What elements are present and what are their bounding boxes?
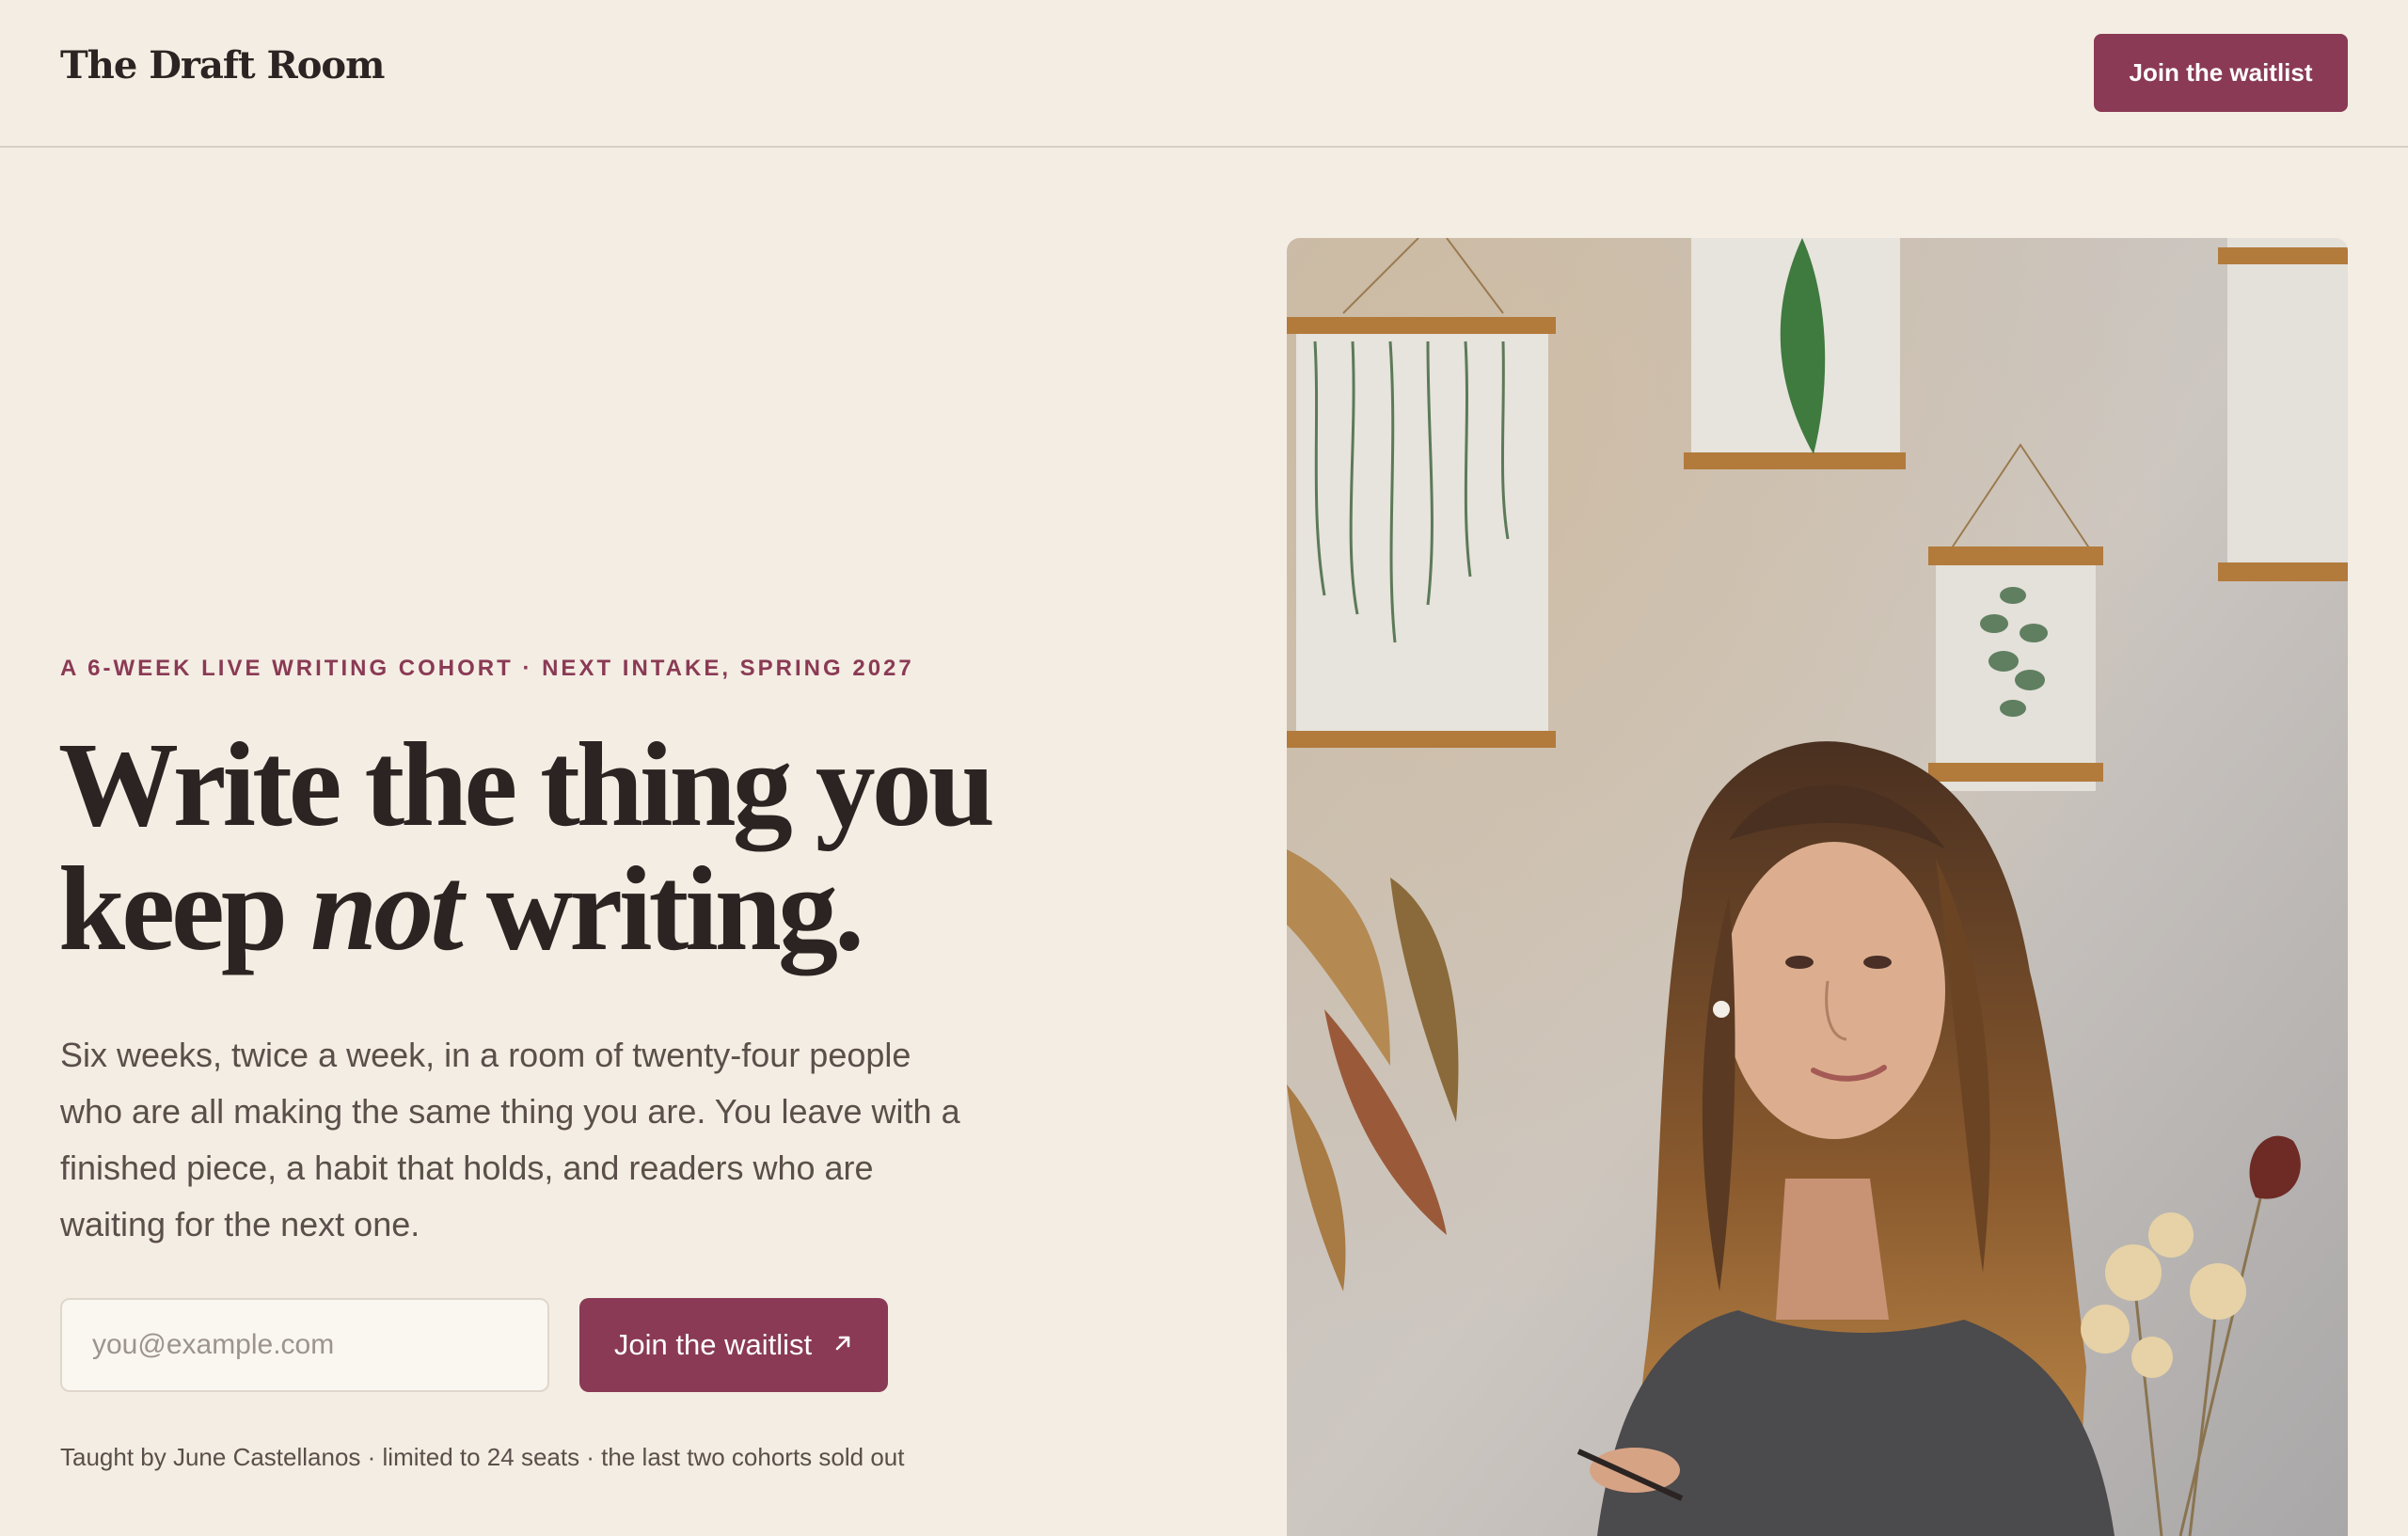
hero-eyebrow: A 6-WEEK LIVE WRITING COHORT · NEXT INTA… bbox=[60, 656, 914, 681]
header-waitlist-button[interactable]: Join the waitlist bbox=[2094, 34, 2348, 112]
instructor-photo bbox=[1287, 238, 2348, 1536]
arrow-up-right-icon bbox=[832, 1333, 853, 1357]
join-waitlist-label: Join the waitlist bbox=[613, 1328, 813, 1361]
join-waitlist-button[interactable]: Join the waitlist bbox=[579, 1298, 888, 1392]
headline-text: writing. bbox=[459, 842, 864, 975]
site-header: The Draft Room Join the waitlist bbox=[0, 0, 2408, 148]
headline-text: keep bbox=[58, 842, 310, 975]
hero-lede: Six weeks, twice a week, in a room of tw… bbox=[60, 1036, 960, 1243]
hero-headline: Write the thing you keep not writing. bbox=[58, 722, 1187, 971]
photo-illustration bbox=[1287, 238, 2348, 1536]
hero-footnote: Taught by June Castellanos · limited to … bbox=[60, 1443, 905, 1471]
headline-emphasis: not bbox=[310, 842, 464, 975]
email-field[interactable] bbox=[60, 1298, 549, 1392]
brand-logo[interactable]: The Draft Room bbox=[60, 43, 385, 87]
headline-line-2: keep not writing. bbox=[58, 847, 1187, 971]
headline-line-1: Write the thing you bbox=[58, 718, 995, 851]
